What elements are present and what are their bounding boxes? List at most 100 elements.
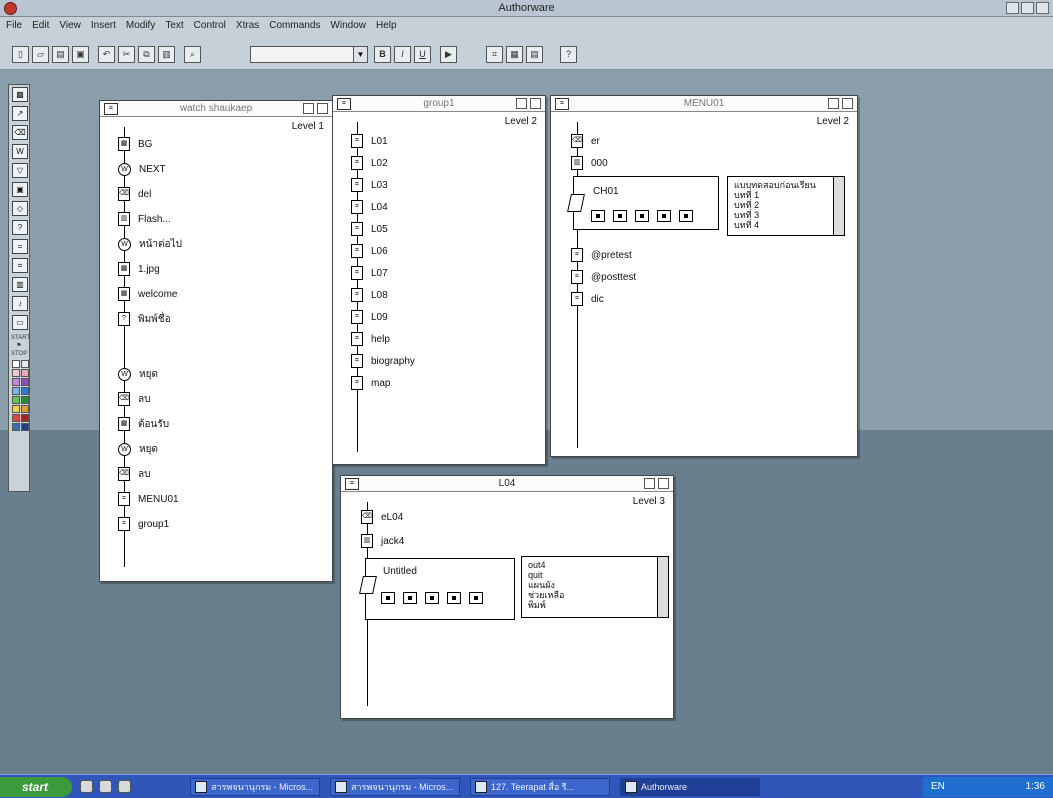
design-window-menu01[interactable]: ⌗ MENU01 Level 2 ⌫ er ▥ 000 CH01 แบบทดสอ… <box>550 95 858 457</box>
flow-node[interactable]: W หยุด <box>118 365 158 383</box>
flow-node[interactable]: ⌗ L05 <box>351 220 388 238</box>
scrollbar[interactable] <box>833 177 844 235</box>
flag-icon[interactable]: ⚑ <box>11 342 27 350</box>
browser-icon[interactable] <box>99 780 112 793</box>
flow-node[interactable]: W NEXT <box>118 160 166 178</box>
sound-icon[interactable]: ♪ <box>12 296 28 311</box>
flow-node[interactable]: ⌗ L09 <box>351 308 388 326</box>
color-swatch[interactable] <box>21 369 29 377</box>
flow-node[interactable]: ⌗ group1 <box>118 515 169 533</box>
taskbar-button[interactable]: สารพจนานุกรม - Micros... <box>190 778 320 796</box>
run-icon[interactable]: ▶ <box>440 46 457 63</box>
response-icons[interactable] <box>591 210 693 222</box>
flow-node[interactable]: ▩ BG <box>118 135 152 153</box>
functions-icon[interactable]: ▦ <box>506 46 523 63</box>
control-panel-icon[interactable]: ⌗ <box>486 46 503 63</box>
minimize-window-button[interactable] <box>644 478 655 489</box>
flow-node[interactable]: ⌫ del <box>118 185 151 203</box>
maximize-window-button[interactable] <box>842 98 853 109</box>
color-swatch[interactable] <box>12 360 20 368</box>
save-all-icon[interactable]: ▤ <box>52 46 69 63</box>
map-icon[interactable]: ⌗ <box>12 258 28 273</box>
start-flag-label[interactable]: START <box>11 334 30 342</box>
copy-icon[interactable]: ⧉ <box>138 46 155 63</box>
menu-insert[interactable]: Insert <box>91 20 116 31</box>
minimize-window-button[interactable] <box>303 103 314 114</box>
find-icon[interactable]: ⌕ <box>184 46 201 63</box>
interaction-icon[interactable]: ? <box>12 220 28 235</box>
response-list-item[interactable]: แบบทดสอบก่อนเรียน <box>734 180 838 190</box>
start-button[interactable]: start <box>0 777 72 797</box>
wait-icon[interactable]: W <box>12 144 28 159</box>
taskbar-button[interactable]: 127. Teerapat สื่อ รี... <box>470 778 610 796</box>
flow-node[interactable]: ⌗ help <box>351 330 390 348</box>
response-list[interactable]: แบบทดสอบก่อนเรียน บทที่ 1 บทที่ 2 บทที่ 3 บท… <box>727 176 845 236</box>
flow-node[interactable]: ⌗ L02 <box>351 154 388 172</box>
response-list-item[interactable]: แผนผัง <box>528 580 662 590</box>
flow-node[interactable]: ⌗ map <box>351 374 390 392</box>
color-swatch[interactable] <box>21 387 29 395</box>
flow-node[interactable]: W หน้าต่อไป <box>118 235 182 253</box>
response-list-item[interactable]: พิมพ์ <box>528 600 662 610</box>
menu-xtras[interactable]: Xtras <box>236 20 259 31</box>
flow-node[interactable]: ▩ ต้อนรับ <box>118 415 169 433</box>
color-swatch[interactable] <box>12 369 20 377</box>
flow-node[interactable]: W หยุด <box>118 440 158 458</box>
color-swatch[interactable] <box>21 423 29 431</box>
show-desktop-icon[interactable] <box>80 780 93 793</box>
taskbar-button[interactable]: สารพจนานุกรม - Micros... <box>330 778 460 796</box>
flow-node[interactable]: ⌗ @pretest <box>571 246 632 264</box>
flow-node[interactable]: ⌗ L03 <box>351 176 388 194</box>
display-icon[interactable]: ▩ <box>12 87 28 102</box>
flow-node[interactable]: ⌫ eL04 <box>361 508 403 526</box>
language-indicator[interactable]: EN <box>931 781 945 792</box>
menu-control[interactable]: Control <box>194 20 226 31</box>
menu-modify[interactable]: Modify <box>126 20 155 31</box>
flow-node[interactable]: ▥ Flash... <box>118 210 171 228</box>
color-swatch[interactable] <box>12 414 20 422</box>
response-list[interactable]: out4 quit แผนผัง ช่วยเหลือ พิมพ์ <box>521 556 669 618</box>
color-swatch[interactable] <box>12 405 20 413</box>
flow-node[interactable]: ▩ 1.jpg <box>118 260 160 278</box>
import-icon[interactable]: ▣ <box>72 46 89 63</box>
maximize-window-button[interactable] <box>317 103 328 114</box>
scrollbar[interactable] <box>657 557 668 617</box>
response-list-item[interactable]: บทที่ 4 <box>734 220 838 230</box>
flow-node[interactable]: ▩ welcome <box>118 285 177 303</box>
color-swatch[interactable] <box>12 396 20 404</box>
flow-node[interactable]: ⌗ dic <box>571 290 604 308</box>
color-swatches[interactable] <box>12 360 29 431</box>
flow-node[interactable]: ⌗ @posttest <box>571 268 636 286</box>
color-swatch[interactable] <box>12 423 20 431</box>
digital-movie-icon[interactable]: ▥ <box>12 277 28 292</box>
color-swatch[interactable] <box>21 378 29 386</box>
minimize-button[interactable] <box>1006 2 1019 14</box>
stop-flag-label[interactable]: STOP <box>11 350 27 358</box>
flow-node[interactable]: ⌫ ลบ <box>118 390 150 408</box>
erase-icon[interactable]: ⌫ <box>12 125 28 140</box>
flow-node[interactable]: ⌗ L01 <box>351 132 388 150</box>
flow-node[interactable]: ? พิมพ์ชื่อ <box>118 310 171 328</box>
flow-node[interactable]: ⌗ biography <box>351 352 415 370</box>
bold-icon[interactable]: B <box>374 46 391 63</box>
italic-icon[interactable]: I <box>394 46 411 63</box>
framework-icon[interactable]: ▣ <box>12 182 28 197</box>
motion-icon[interactable]: ↗ <box>12 106 28 121</box>
calculation-icon[interactable]: = <box>12 239 28 254</box>
menu-text[interactable]: Text <box>165 20 183 31</box>
response-list-item[interactable]: บทที่ 3 <box>734 210 838 220</box>
underline-icon[interactable]: U <box>414 46 431 63</box>
variables-icon[interactable]: ▤ <box>526 46 543 63</box>
flow-node[interactable]: ⌗ L07 <box>351 264 388 282</box>
chevron-down-icon[interactable]: ▼ <box>353 47 367 62</box>
flow-node[interactable]: ⌗ L06 <box>351 242 388 260</box>
response-list-item[interactable]: ช่วยเหลือ <box>528 590 662 600</box>
flow-node[interactable]: ▥ 000 <box>571 154 608 172</box>
knowledge-objects-icon[interactable]: ? <box>560 46 577 63</box>
flow-node[interactable]: ⌫ er <box>571 132 600 150</box>
video-icon[interactable]: ▭ <box>12 315 28 330</box>
maximize-window-button[interactable] <box>658 478 669 489</box>
media-player-icon[interactable] <box>118 780 131 793</box>
response-list-item[interactable]: out4 <box>528 560 662 570</box>
decision-icon[interactable]: ◇ <box>12 201 28 216</box>
